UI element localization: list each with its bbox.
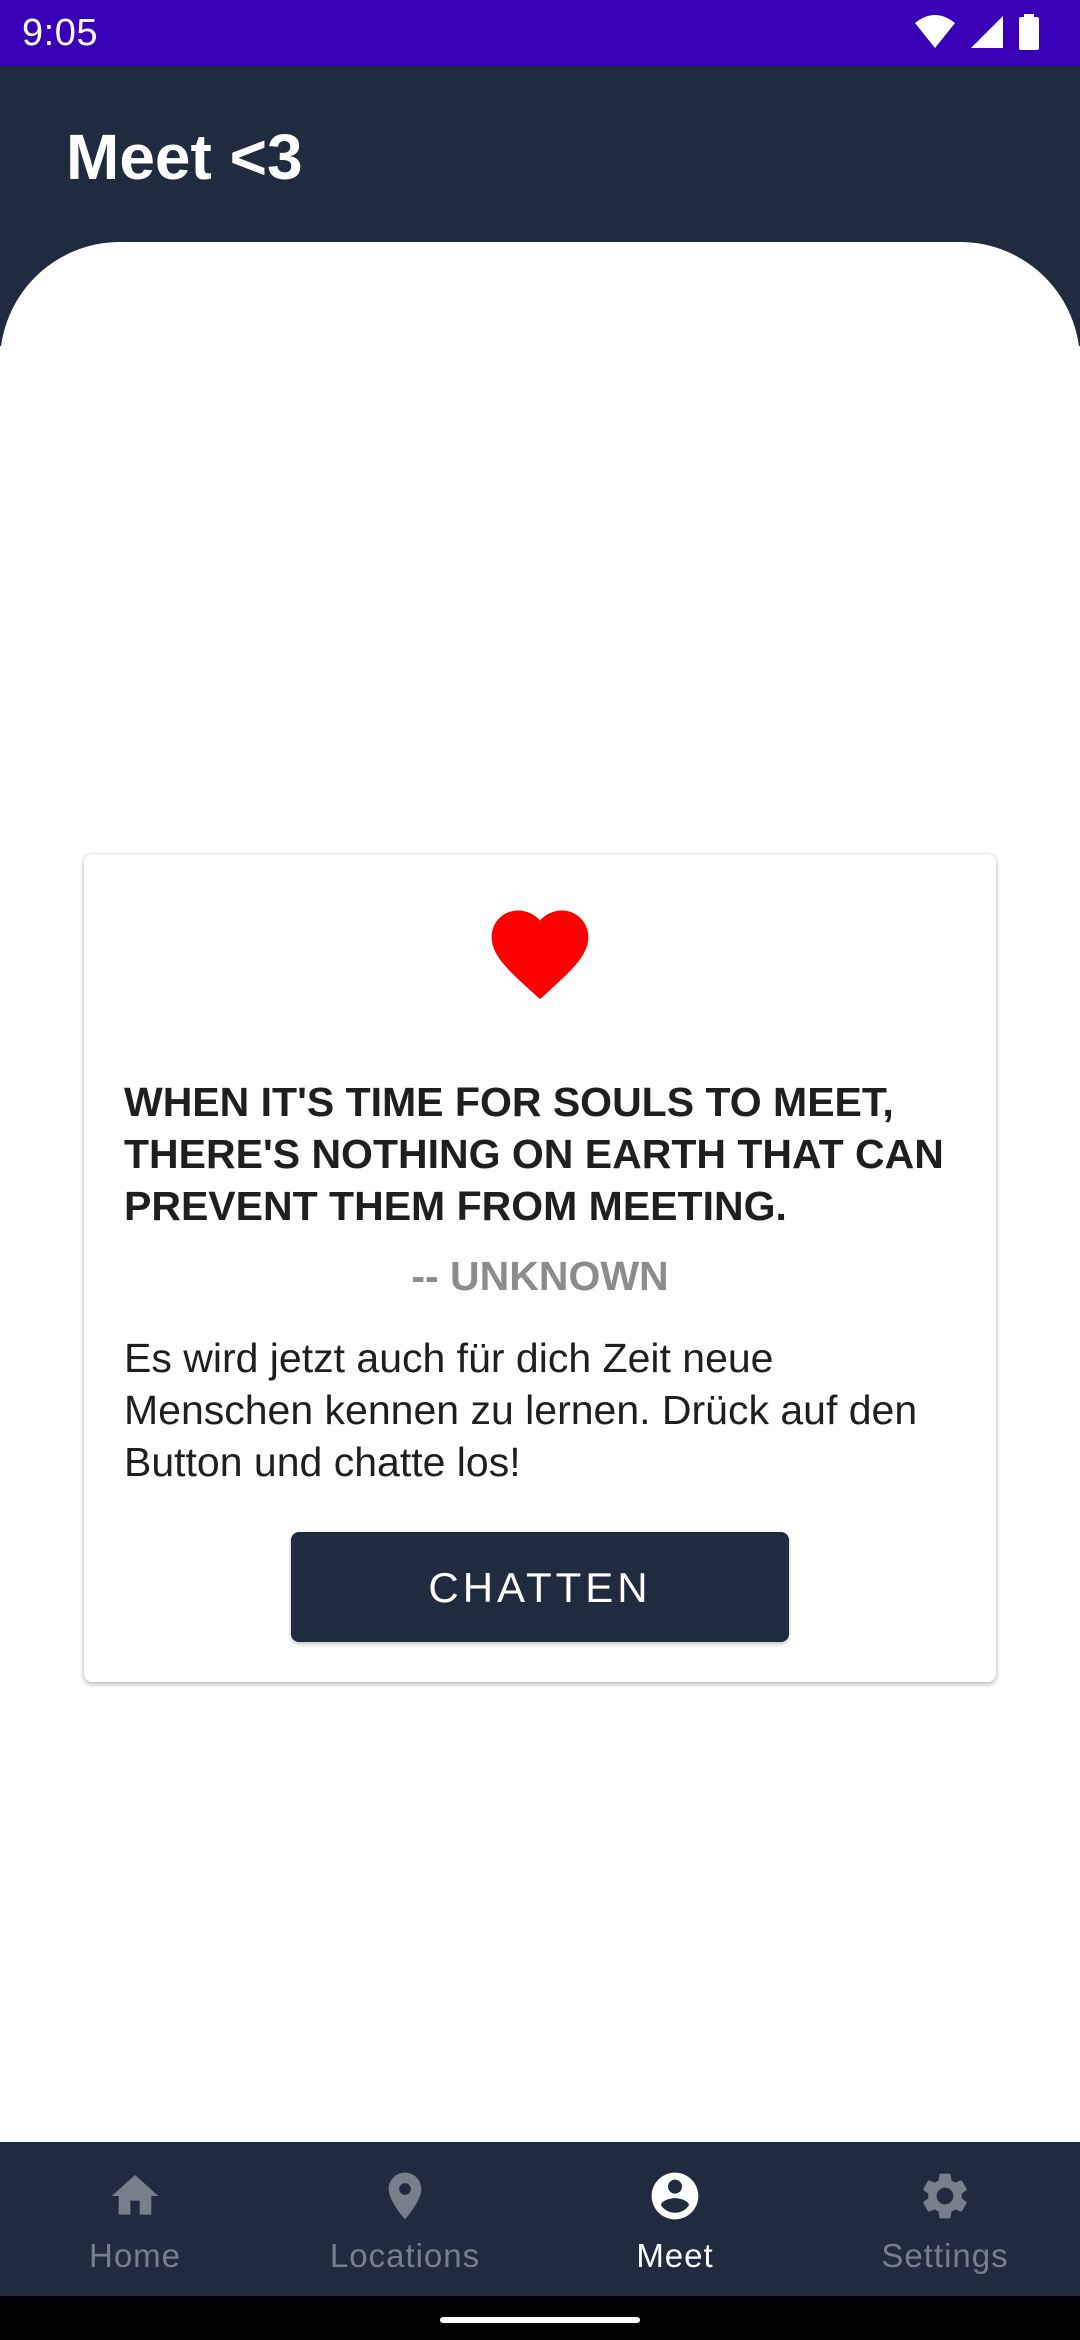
nav-label-settings: Settings bbox=[881, 2237, 1009, 2274]
chatten-button[interactable]: CHATTEN bbox=[291, 1532, 789, 1642]
battery-icon bbox=[1018, 14, 1040, 50]
nav-label-locations: Locations bbox=[329, 2237, 481, 2274]
description-text: Es wird jetzt auch für dich Zeit neue Me… bbox=[124, 1335, 918, 1485]
nav-item-locations[interactable]: Locations bbox=[270, 2142, 540, 2296]
nav-label-home: Home bbox=[88, 2237, 182, 2274]
gear-icon bbox=[923, 2173, 967, 2219]
status-bar: 9:05 bbox=[0, 0, 1080, 66]
nav-item-home[interactable]: Home bbox=[0, 2142, 270, 2296]
heart-icon bbox=[482, 908, 598, 1017]
bottom-navigation: Home Locations Meet Settings bbox=[0, 2142, 1080, 2296]
account-circle-icon bbox=[651, 2172, 699, 2220]
nav-item-settings[interactable]: Settings bbox=[810, 2142, 1080, 2296]
home-icon bbox=[111, 2175, 159, 2215]
status-time: 9:05 bbox=[22, 12, 98, 54]
status-icons bbox=[914, 14, 1040, 50]
nav-label-meet: Meet bbox=[636, 2237, 714, 2274]
home-indicator[interactable] bbox=[440, 2317, 640, 2323]
quote-card: WHEN IT'S TIME FOR SOULS TO MEET, THERE'… bbox=[84, 854, 996, 1682]
quote-author: -- UNKNOWN bbox=[411, 1253, 669, 1299]
quote-text: WHEN IT'S TIME FOR SOULS TO MEET, THERE'… bbox=[124, 1079, 944, 1229]
wifi-icon bbox=[914, 15, 956, 49]
location-pin-icon bbox=[388, 2172, 422, 2220]
page-title: Meet <3 bbox=[66, 121, 303, 193]
cell-signal-icon bbox=[970, 15, 1004, 49]
nav-item-meet[interactable]: Meet bbox=[540, 2142, 810, 2296]
